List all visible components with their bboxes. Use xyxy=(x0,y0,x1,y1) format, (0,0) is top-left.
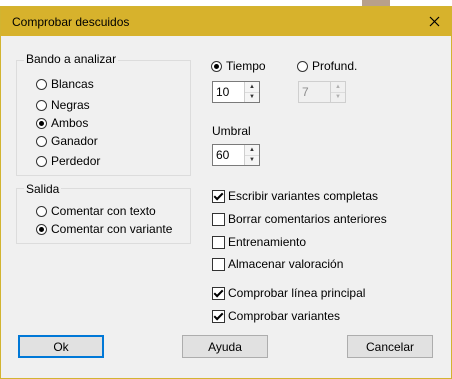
radio-time[interactable]: Tiempo xyxy=(211,59,266,73)
spin-up-icon[interactable]: ▲ xyxy=(245,82,259,92)
time-value[interactable]: 10 xyxy=(213,82,244,102)
dialog-window: Comprobar descuidos Bando a analizar Bla… xyxy=(0,6,452,379)
radio-indicator xyxy=(36,78,47,90)
spin-up-icon: ▲ xyxy=(331,82,345,92)
radio-label: Profund. xyxy=(312,59,358,73)
radio-label: Perdedor xyxy=(51,154,101,168)
radio-label: Blancas xyxy=(51,77,94,91)
radio-indicator-selected xyxy=(211,60,222,72)
radio-label: Ambos xyxy=(51,116,89,130)
radio-perdedor[interactable]: Perdedor xyxy=(36,154,100,168)
side-group-label: Bando a analizar xyxy=(24,52,119,66)
checkbox-label: Almacenar valoración xyxy=(228,257,344,271)
time-spinner[interactable]: 10 ▲ ▼ xyxy=(212,81,260,103)
radio-depth[interactable]: Profund. xyxy=(297,59,357,73)
radio-comment-variant[interactable]: Comentar con variante xyxy=(36,222,176,236)
ok-button[interactable]: Ok xyxy=(18,335,104,358)
checkbox-indicator-checked xyxy=(212,286,225,300)
threshold-label: Umbral xyxy=(212,124,251,138)
checkbox-check-variants[interactable]: Comprobar variantes xyxy=(212,309,340,323)
depth-spinner: 7 ▲ ▼ xyxy=(298,81,346,103)
radio-indicator xyxy=(297,60,308,72)
checkbox-full-variants[interactable]: Escribir variantes completas xyxy=(212,189,378,203)
radio-indicator xyxy=(36,205,47,217)
checkbox-label: Entrenamiento xyxy=(228,235,307,249)
spin-down-icon: ▼ xyxy=(331,91,345,102)
threshold-value[interactable]: 60 xyxy=(213,145,244,165)
radio-label: Tiempo xyxy=(226,59,266,73)
depth-value: 7 xyxy=(302,85,309,99)
checkbox-training[interactable]: Entrenamiento xyxy=(212,235,306,249)
close-icon xyxy=(429,16,439,27)
radio-ambos[interactable]: Ambos xyxy=(36,116,88,130)
radio-indicator xyxy=(36,135,47,147)
checkbox-label: Borrar comentarios anteriores xyxy=(228,212,387,226)
radio-blancas[interactable]: Blancas xyxy=(36,77,94,91)
window-title: Comprobar descuidos xyxy=(12,15,130,29)
radio-label: Ganador xyxy=(51,134,98,148)
checkbox-label: Comprobar variantes xyxy=(228,309,341,323)
dialog-body: Bando a analizar Blancas Negras Ambos Ga… xyxy=(1,36,451,378)
checkbox-check-mainline[interactable]: Comprobar línea principal xyxy=(212,286,365,300)
threshold-spinner[interactable]: 60 ▲ ▼ xyxy=(212,144,260,166)
help-button[interactable]: Ayuda xyxy=(182,335,268,358)
checkbox-indicator-checked xyxy=(212,309,225,323)
checkbox-store-eval[interactable]: Almacenar valoración xyxy=(212,257,343,271)
radio-comment-text[interactable]: Comentar con texto xyxy=(36,204,156,218)
radio-indicator-selected xyxy=(36,223,47,235)
checkbox-clear-comments[interactable]: Borrar comentarios anteriores xyxy=(212,212,387,226)
spin-up-icon[interactable]: ▲ xyxy=(245,145,259,155)
radio-indicator xyxy=(36,99,47,111)
cancel-button[interactable]: Cancelar xyxy=(347,335,433,358)
spin-down-icon[interactable]: ▼ xyxy=(245,91,259,102)
checkbox-indicator xyxy=(212,212,225,226)
checkbox-indicator-checked xyxy=(212,189,225,203)
close-button[interactable] xyxy=(417,7,451,36)
radio-label: Negras xyxy=(51,98,90,112)
output-group-label: Salida xyxy=(24,182,62,196)
radio-indicator-selected xyxy=(36,117,47,129)
radio-label: Comentar con texto xyxy=(51,204,156,218)
checkbox-label: Escribir variantes completas xyxy=(228,189,379,203)
radio-negras[interactable]: Negras xyxy=(36,98,90,112)
radio-ganador[interactable]: Ganador xyxy=(36,134,98,148)
checkbox-indicator xyxy=(212,235,225,249)
spin-down-icon[interactable]: ▼ xyxy=(245,154,259,165)
checkbox-indicator xyxy=(212,257,225,271)
checkbox-label: Comprobar línea principal xyxy=(228,286,366,300)
radio-indicator xyxy=(36,155,47,167)
title-bar[interactable]: Comprobar descuidos xyxy=(1,7,451,36)
radio-label: Comentar con variante xyxy=(51,222,173,236)
